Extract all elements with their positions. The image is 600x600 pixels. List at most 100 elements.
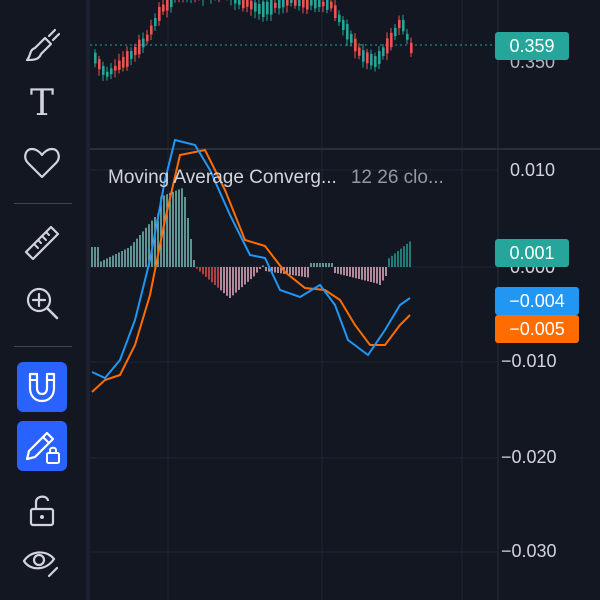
candle (118, 60, 121, 70)
unlock-icon (29, 495, 55, 527)
candle (406, 33, 409, 40)
chart-app: T 0.350 0.359 Moving Average Converg... … (0, 0, 600, 600)
candle (338, 14, 341, 23)
candle (334, 5, 337, 19)
candle (102, 65, 105, 75)
candle (114, 65, 117, 71)
drawing-toolbar: T (0, 0, 86, 600)
signal-value-tag: −0.005 (495, 315, 579, 343)
candle (370, 54, 373, 66)
histogram-value-tag: 0.001 (495, 239, 569, 267)
candle (410, 42, 413, 54)
toolbar-divider (14, 346, 72, 347)
candle (242, 0, 245, 9)
zoom-tool-button[interactable] (17, 278, 67, 328)
candle (378, 51, 381, 65)
candle (110, 68, 113, 75)
candle (146, 34, 149, 42)
candle (342, 20, 345, 30)
candle (402, 19, 405, 32)
candle (394, 27, 397, 37)
candle (346, 23, 349, 40)
candle (94, 52, 97, 64)
candle (362, 50, 365, 62)
candle (314, 0, 317, 9)
candle (290, 0, 293, 3)
candle (318, 0, 321, 8)
candle (306, 0, 309, 10)
candle (150, 25, 153, 35)
candle (266, 1, 269, 15)
candle (282, 0, 285, 8)
candle (122, 56, 125, 68)
candle (354, 38, 357, 52)
heart-icon (24, 147, 60, 179)
candle (326, 0, 329, 10)
candle (298, 0, 301, 7)
indicator-params[interactable]: 12 26 clo... (351, 167, 444, 189)
candle (154, 18, 157, 26)
candle (130, 51, 133, 59)
candle (158, 6, 161, 22)
candle (390, 32, 393, 48)
candle (246, 0, 249, 7)
brush-tool-button[interactable] (17, 20, 67, 70)
macd-value-tag: −0.004 (495, 287, 579, 315)
measure-tool-button[interactable] (17, 218, 67, 268)
candle (274, 2, 277, 8)
hide-drawings-button[interactable] (17, 538, 67, 588)
candle (166, 0, 169, 11)
zoom-in-icon (26, 287, 59, 320)
candle (330, 1, 333, 9)
candle (138, 39, 141, 55)
candle (270, 0, 273, 15)
macd-histogram (91, 188, 411, 298)
candle (358, 47, 361, 56)
toolbar-divider (14, 203, 72, 204)
candle (258, 4, 261, 14)
candle (350, 33, 353, 43)
indicator-axis-label: −0.010 (501, 351, 557, 371)
candle (250, 0, 253, 10)
indicator-title[interactable]: Moving Average Converg... (108, 167, 337, 189)
indicator-legend[interactable]: Moving Average Converg... 12 26 clo... (108, 167, 444, 189)
ruler-icon (24, 225, 60, 261)
magnet-mode-button[interactable] (17, 362, 67, 412)
candle (170, 0, 173, 8)
candle (366, 52, 369, 64)
candle (98, 59, 101, 70)
candle (286, 0, 289, 6)
favorites-tool-button[interactable] (17, 137, 67, 187)
candle (374, 56, 377, 67)
pencil-lock-icon (25, 431, 60, 464)
candle (386, 38, 389, 54)
text-icon: T (29, 82, 54, 124)
current-price-tag: 0.359 (495, 32, 569, 60)
lock-all-button[interactable] (17, 485, 67, 535)
eye-icon (22, 551, 59, 578)
candle (294, 0, 297, 6)
candle (234, 0, 237, 4)
candle (126, 51, 129, 67)
candle (106, 71, 109, 77)
candle (254, 2, 257, 12)
magnet-icon (28, 372, 56, 403)
candle (238, 0, 241, 5)
candle (398, 19, 401, 29)
grid (90, 0, 498, 600)
candle (262, 1, 265, 18)
candle (322, 1, 325, 7)
lock-drawings-button[interactable] (17, 421, 67, 471)
brush-icon (25, 28, 61, 62)
candle (134, 46, 137, 56)
candle (382, 47, 385, 57)
chart-area[interactable]: 0.350 0.359 Moving Average Converg... 12… (90, 0, 600, 600)
indicator-axis-label: −0.020 (501, 447, 557, 467)
candlestick-series (94, 0, 413, 81)
candle (142, 38, 145, 48)
indicator-axis-label: 0.010 (510, 160, 556, 180)
candle (278, 0, 281, 9)
indicator-axis-label: −0.030 (501, 541, 557, 561)
candle (302, 0, 305, 8)
text-tool-button[interactable]: T (17, 78, 67, 128)
